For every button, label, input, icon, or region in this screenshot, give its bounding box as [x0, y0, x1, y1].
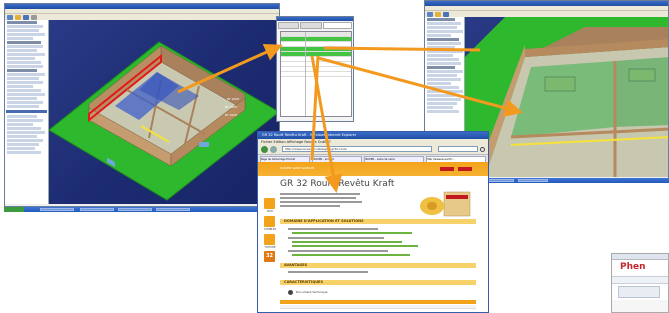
annotation-line-2: RT 2005	[225, 105, 238, 109]
browser-window: GR 32 Roulé Revêtu Kraft - Windows Inter…	[257, 131, 489, 313]
product-title: GR 32 Roulé Revêtu Kraft	[280, 179, 395, 189]
address-bar[interactable]: http://www.isover.fr/catalogue/gr32-roul…	[282, 146, 432, 152]
corner-app-titlebar[interactable]	[612, 254, 668, 260]
right-3d-viewport[interactable]	[465, 17, 669, 177]
left-3d-viewport[interactable]: RT 2005 RT 2005 RT 2005	[49, 20, 280, 204]
section-advantages[interactable]: AVANTAGES	[280, 263, 476, 268]
corner-app-window: Phen	[611, 253, 669, 313]
materials-table	[280, 31, 352, 117]
house-3d-model[interactable]	[49, 20, 280, 204]
taskbar-item-2[interactable]	[518, 179, 548, 182]
back-icon[interactable]	[261, 146, 268, 153]
left-app-window: RT 2005 RT 2005 RT 2005	[4, 3, 280, 207]
start-button[interactable]	[4, 207, 24, 212]
brand-strip-label: ISOVER SAINT-GOBAIN	[280, 166, 314, 170]
lambda-32-badge-icon: 32	[264, 251, 275, 262]
tab-materiaux[interactable]	[322, 22, 352, 29]
header-button[interactable]	[440, 167, 454, 171]
project-tree-panel	[5, 20, 49, 204]
tab-couches[interactable]	[300, 22, 322, 29]
annotation-line-3: RT 2005	[225, 113, 238, 117]
section-characteristics[interactable]: CARACTÉRISTIQUES	[280, 280, 476, 285]
characteristics-table-header	[280, 300, 476, 304]
search-input[interactable]	[438, 146, 478, 152]
brand-strip: ISOVER SAINT-GOBAIN	[258, 162, 488, 176]
roof-application-icon	[264, 234, 275, 245]
taskbar-item-1[interactable]	[40, 208, 74, 211]
table-row[interactable]	[281, 72, 351, 77]
document-link[interactable]: Document technique	[296, 290, 327, 295]
wall-application-icon	[264, 198, 275, 209]
search-icon[interactable]	[480, 147, 485, 152]
header-button[interactable]	[458, 167, 472, 171]
interior-3d-model[interactable]	[465, 17, 669, 177]
characteristics-table-row	[280, 305, 476, 309]
browser-navbar: http://www.isover.fr/catalogue/gr32-roul…	[258, 145, 488, 155]
browser-titlebar[interactable]: GR 32 Roulé Revêtu Kraft - Windows Inter…	[258, 132, 488, 139]
taskbar-item-2[interactable]	[80, 208, 114, 211]
taskbar-item-3[interactable]	[118, 208, 152, 211]
taskbar-item-4[interactable]	[156, 208, 190, 211]
product-page: ISOVER SAINT-GOBAIN GR 32 Roulé Revêtu K…	[258, 162, 488, 312]
corner-app-content	[612, 300, 668, 312]
corner-app-brand: Phen	[620, 262, 646, 272]
product-image	[418, 188, 474, 222]
attic-application-icon	[264, 216, 275, 227]
corner-app-toolbar	[612, 276, 668, 284]
section-applications[interactable]: DOMAINE D'APPLICATION ET SOLUTIONS	[280, 219, 476, 224]
corner-app-panel[interactable]	[618, 286, 660, 298]
address-text: http://www.isover.fr/catalogue/gr32-roul…	[285, 147, 347, 151]
forward-icon[interactable]	[270, 146, 277, 153]
document-icon[interactable]	[288, 290, 293, 295]
annotation-line-1: RT 2005	[227, 97, 240, 101]
tab-paroi[interactable]	[278, 22, 300, 29]
table-window	[276, 16, 354, 122]
left-taskbar	[4, 207, 280, 212]
table-window-tabs	[277, 21, 353, 30]
